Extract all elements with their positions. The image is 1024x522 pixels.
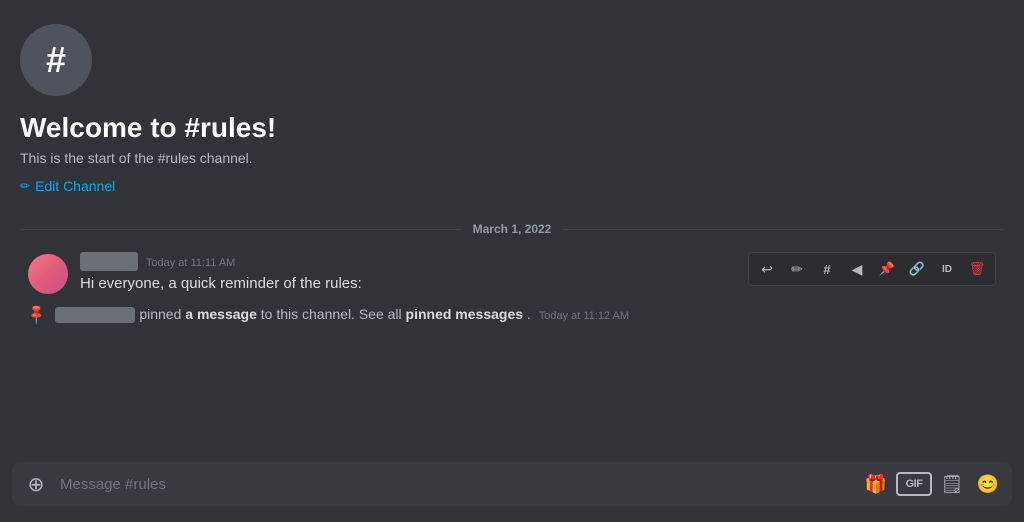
date-divider-text: March 1, 2022 [473, 222, 552, 236]
edit-button[interactable]: ✏ [783, 255, 811, 283]
add-content-button[interactable]: ⊕ [20, 468, 52, 500]
pin-period: . [527, 306, 531, 322]
username-blurred [80, 252, 138, 271]
pencil-icon: ✏ [20, 179, 30, 193]
pin-to-channel: to this channel. See all [261, 306, 406, 322]
volume-button[interactable]: ◀ [843, 255, 871, 283]
pin-pinned-text: pinned [139, 306, 185, 322]
message-actions: ↩ ✏ # ◀ 📌 🔗 ID 🗑 [748, 252, 996, 286]
edit-channel-label: Edit Channel [35, 178, 115, 194]
pin-pinned-messages-link[interactable]: pinned messages [406, 306, 524, 322]
hashtag-button[interactable]: # [813, 255, 841, 283]
pin-message-row: 📌 pinned a message to this channel. See … [20, 302, 1004, 327]
emoji-button[interactable]: 😊 [972, 468, 1004, 500]
sticker-button[interactable]: 🗒 [936, 468, 968, 500]
gift-button[interactable]: 🎁 [860, 468, 892, 500]
id-button[interactable]: ID [933, 255, 961, 283]
avatar [28, 254, 68, 294]
message-input[interactable] [52, 466, 860, 503]
channel-icon: # [20, 24, 92, 96]
channel-welcome-title: Welcome to #rules! [20, 112, 1004, 144]
input-actions: 🎁 GIF 🗒 😊 [860, 468, 1004, 500]
channel-subtitle: This is the start of the #rules channel. [20, 150, 1004, 166]
pin-username-blurred [55, 307, 135, 323]
message-input-bar: ⊕ 🎁 GIF 🗒 😊 [12, 462, 1012, 506]
pin-system-icon: 📌 [25, 302, 49, 326]
pin-button[interactable]: 📌 [873, 255, 901, 283]
pin-a-message: a message [185, 306, 257, 322]
gif-button[interactable]: GIF [896, 472, 932, 496]
edit-channel-link[interactable]: ✏ Edit Channel [20, 178, 1004, 194]
channel-content: # Welcome to #rules! This is the start o… [0, 0, 1024, 462]
reply-button[interactable]: ↩ [753, 255, 781, 283]
hash-icon: # [46, 42, 66, 78]
pin-timestamp: Today at 11:12 AM [539, 310, 629, 322]
pin-message-text: pinned a message to this channel. See al… [55, 306, 629, 323]
date-divider: March 1, 2022 [20, 222, 1004, 236]
table-row: Today at 11:11 AM Hi everyone, a quick r… [20, 248, 1004, 298]
link-button[interactable]: 🔗 [903, 255, 931, 283]
delete-button[interactable]: 🗑 [963, 255, 991, 283]
message-area: March 1, 2022 Today at 11:11 AM Hi every… [20, 214, 1004, 462]
message-timestamp: Today at 11:11 AM [146, 257, 235, 269]
